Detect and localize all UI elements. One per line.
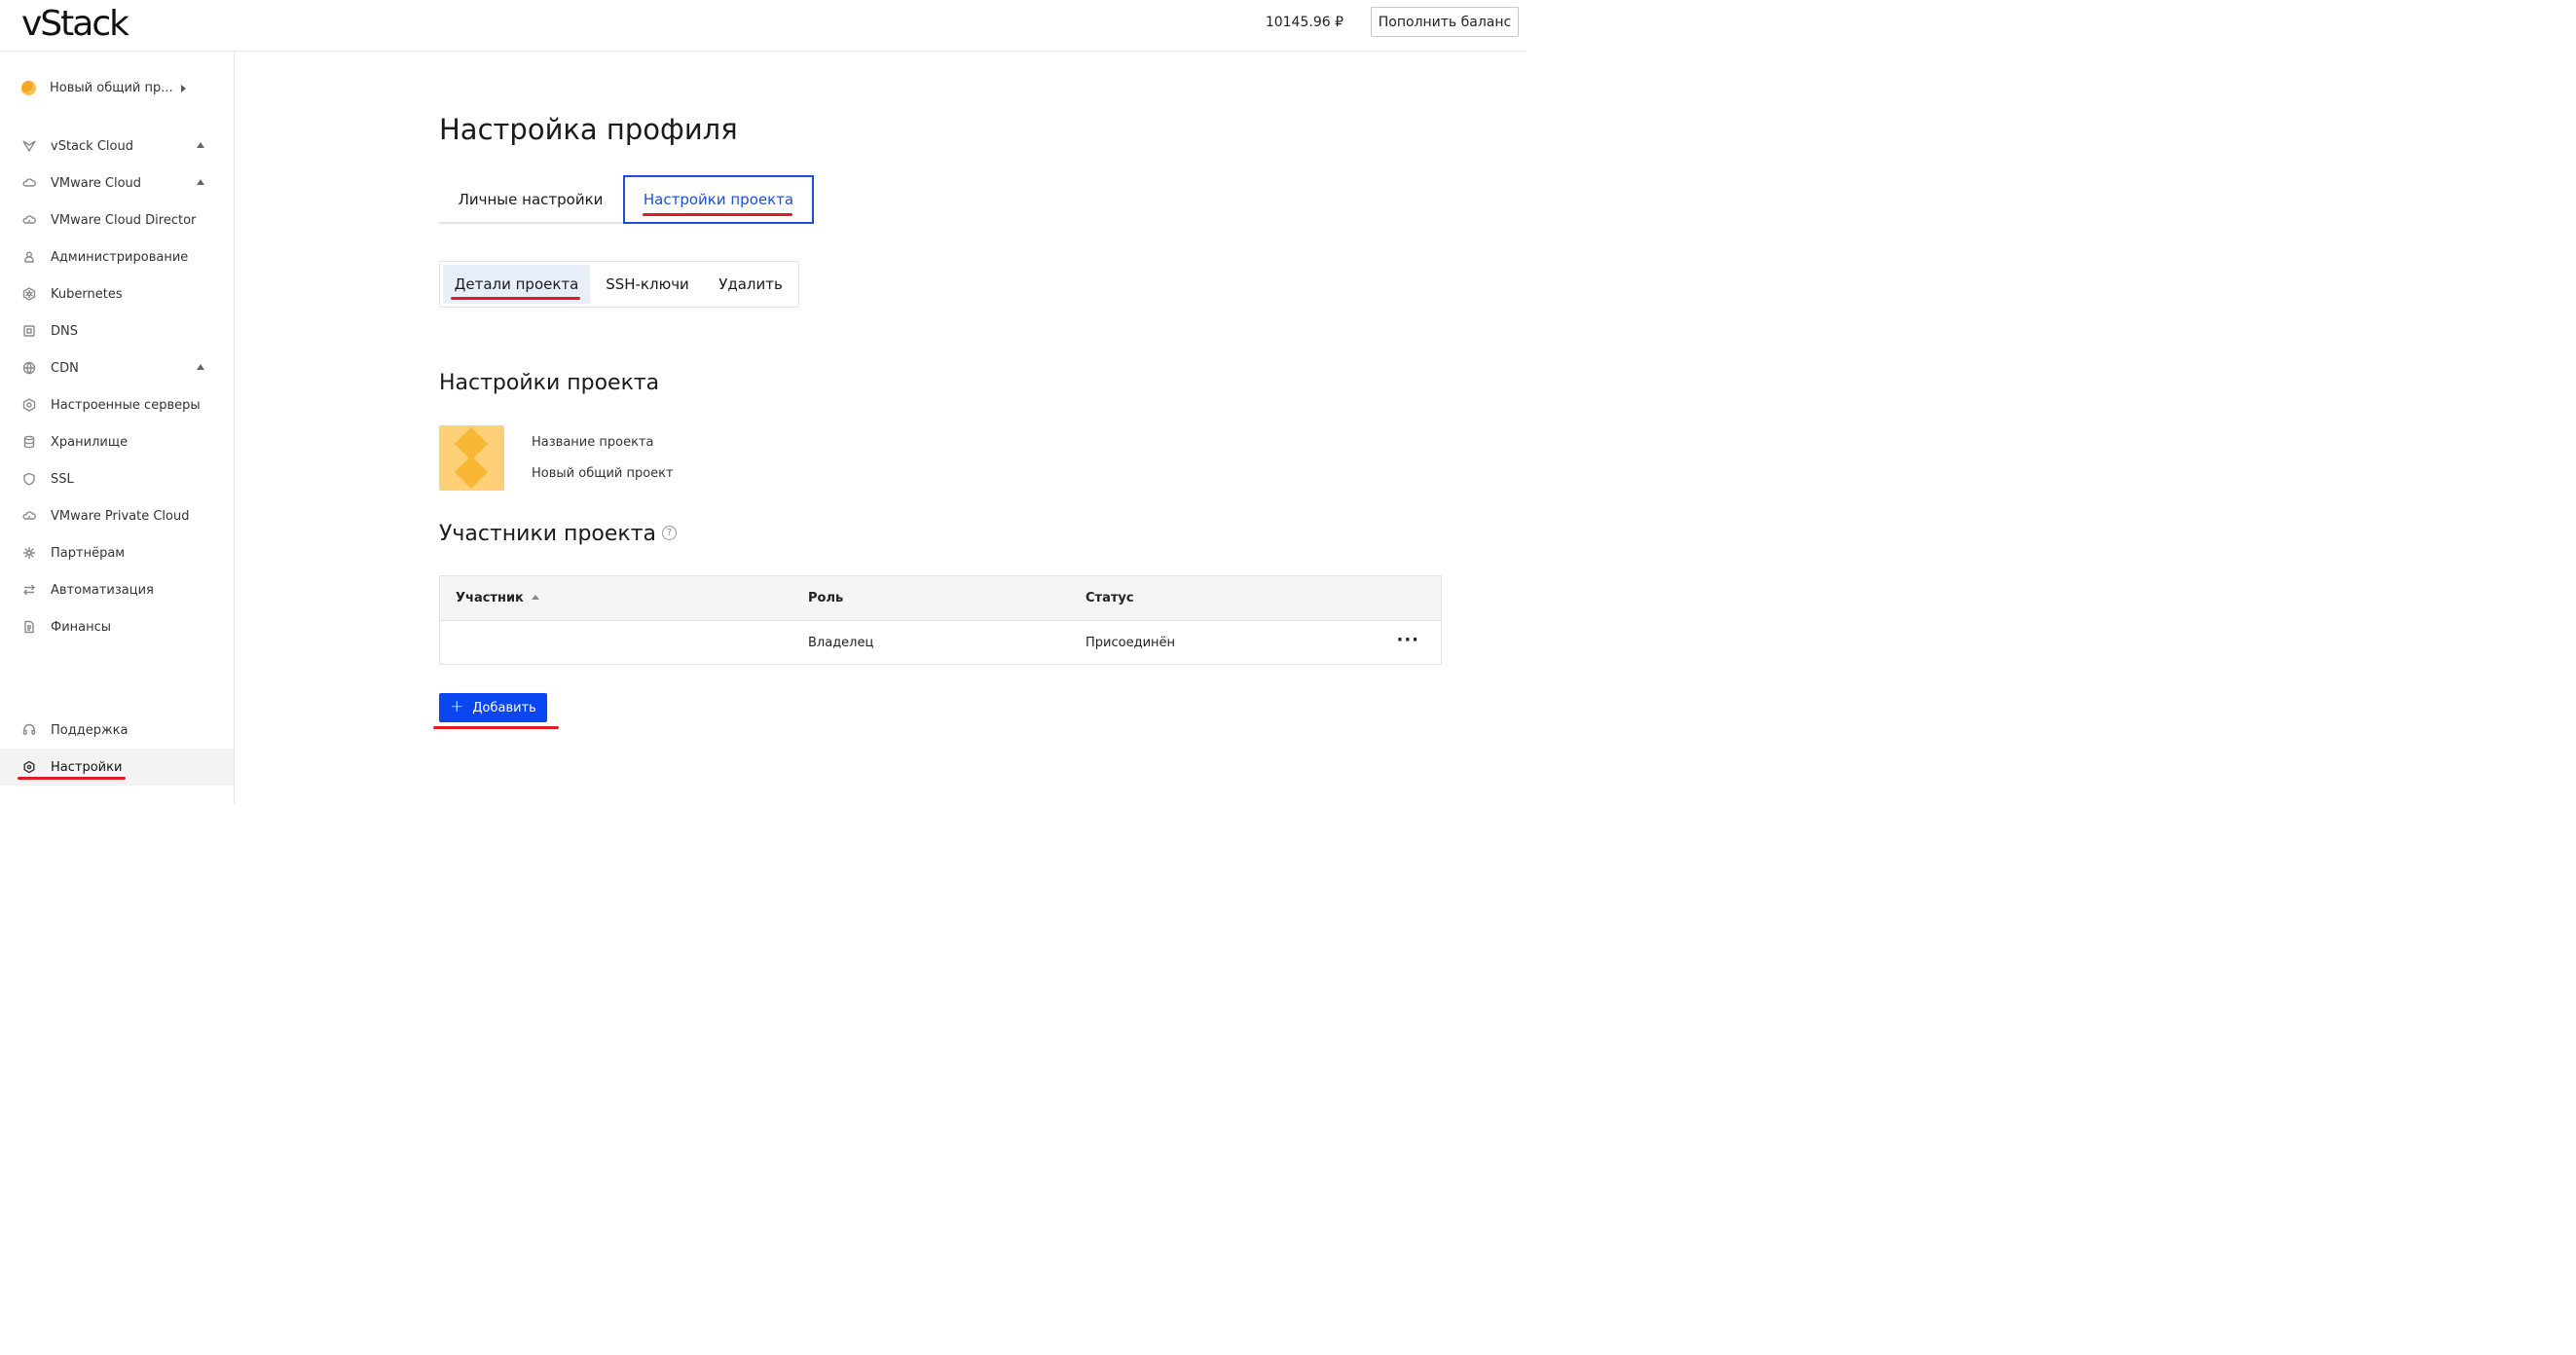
sidebar-item-dns[interactable]: DNS [0,312,234,349]
sidebar-item-label: Поддержка [51,722,129,738]
sidebar-item-vmware-private-cloud[interactable]: VMware Private Cloud [0,497,234,534]
gear-icon [21,760,36,775]
sidebar-nav: vStack Cloud VMware Cloud VMware Cloud D… [0,128,234,645]
caret-right-icon [180,84,186,92]
sidebar-item-label: VMware Cloud Director [51,212,197,228]
vstack-logo[interactable]: vStack [21,4,129,44]
sidebar-item-kubernetes[interactable]: Kubernetes [0,275,234,312]
sidebar-item-label: Администрирование [51,249,189,265]
profile-tabs: Личные настройки Настройки проекта [439,175,814,224]
user-icon [21,250,36,265]
project-selector-label: Новый общий пр... [50,81,173,95]
document-icon [21,620,36,635]
storage-icon [21,435,36,450]
sidebar-item-label: Kubernetes [51,286,123,302]
project-subtabs: Детали проекта SSH-ключи Удалить [439,261,799,308]
sidebar-item-label: SSL [51,471,74,487]
logo-diamond-bottom [455,456,488,489]
add-member-button[interactable]: + Добавить [439,693,547,722]
sidebar-item-label: VMware Private Cloud [51,508,190,524]
sidebar-item-label: Настройки [51,759,123,775]
sidebar-item-support[interactable]: Поддержка [0,712,234,749]
kubernetes-icon [21,287,36,302]
sidebar-item-vmware-cloud-director[interactable]: VMware Cloud Director [0,201,234,238]
cloud-icon [21,509,36,524]
headset-icon [21,723,36,738]
sidebar-item-storage[interactable]: Хранилище [0,423,234,460]
add-button-annotation-underline [433,726,559,729]
caret-up-icon[interactable] [197,364,204,370]
members-table-header: Участник Роль Статус [440,576,1441,621]
subtab-delete[interactable]: Удалить [705,265,796,304]
project-name-value: Новый общий проект [532,466,674,481]
sidebar-item-label: Настроенные серверы [51,397,201,413]
project-members-heading: Участники проекта? [439,522,677,546]
sidebar: Новый общий пр... vStack Cloud VMware Cl… [0,52,235,804]
page-title: Настройка профиля [439,113,738,146]
project-members-title: Участники проекта [439,522,656,546]
project-name-label: Название проекта [532,435,654,450]
sidebar-item-vmware-cloud[interactable]: VMware Cloud [0,165,234,201]
add-member-label: Добавить [472,700,536,715]
sidebar-item-label: CDN [51,360,79,376]
globe-icon [21,361,36,376]
tab-personal-settings[interactable]: Личные настройки [439,175,622,224]
help-icon[interactable]: ? [662,525,677,540]
automation-icon [21,583,36,598]
project-selector[interactable]: Новый общий пр... [21,81,186,95]
dns-icon [21,324,36,339]
sidebar-item-label: vStack Cloud [51,138,133,154]
server-icon [21,398,36,413]
tab-annotation-underline [643,213,792,216]
sidebar-item-label: Финансы [51,619,112,635]
caret-up-icon[interactable] [197,142,204,148]
sidebar-item-finance[interactable]: Финансы [0,608,234,645]
sidebar-item-administration[interactable]: Администрирование [0,238,234,275]
sidebar-item-cdn[interactable]: CDN [0,349,234,386]
caret-up-icon[interactable] [197,179,204,185]
sidebar-bottom-nav: Поддержка Настройки [0,712,234,786]
sidebar-item-label: Хранилище [51,434,129,450]
sidebar-item-ssl[interactable]: SSL [0,460,234,497]
column-status: Статус [1086,591,1134,605]
vstack-icon [21,139,36,154]
status-cell: Присоединён [1086,636,1176,650]
sidebar-item-label: DNS [51,323,78,339]
main-content: Настройка профиля Личные настройки Настр… [235,52,1527,804]
cloud-icon [21,176,36,191]
project-logo [439,425,504,491]
cloud-icon [21,213,36,228]
project-settings-heading: Настройки проекта [439,371,660,395]
sidebar-item-partners[interactable]: Партнёрам [0,534,234,571]
subtab-annotation-underline [451,297,580,300]
partners-icon [21,546,36,561]
sort-asc-icon[interactable] [531,595,539,600]
sidebar-item-label: Автоматизация [51,582,154,598]
sidebar-item-configured-servers[interactable]: Настроенные серверы [0,386,234,423]
column-member[interactable]: Участник [456,591,539,605]
shield-icon [21,472,36,487]
plus-icon: + [450,697,464,716]
column-role: Роль [808,591,844,605]
project-avatar-icon [21,81,36,95]
sidebar-item-settings[interactable]: Настройки [0,749,234,786]
sidebar-item-label: Партнёрам [51,545,126,561]
top-header: vStack 10145.96 ₽ Пополнить баланс [0,0,1527,52]
sidebar-item-vstack-cloud[interactable]: vStack Cloud [0,128,234,165]
role-cell: Владелец [808,636,874,650]
members-table: Участник Роль Статус Владелец Присоединё… [439,575,1442,665]
subtab-ssh-keys[interactable]: SSH-ключи [596,265,699,304]
topup-balance-button[interactable]: Пополнить баланс [1371,7,1519,37]
sidebar-item-automation[interactable]: Автоматизация [0,571,234,608]
balance-value: 10145.96 ₽ [1265,15,1343,30]
sidebar-item-label: VMware Cloud [51,175,142,191]
more-actions-icon[interactable]: ··· [1396,630,1419,650]
tab-project-settings[interactable]: Настройки проекта [623,175,814,224]
settings-annotation-underline [18,777,126,780]
